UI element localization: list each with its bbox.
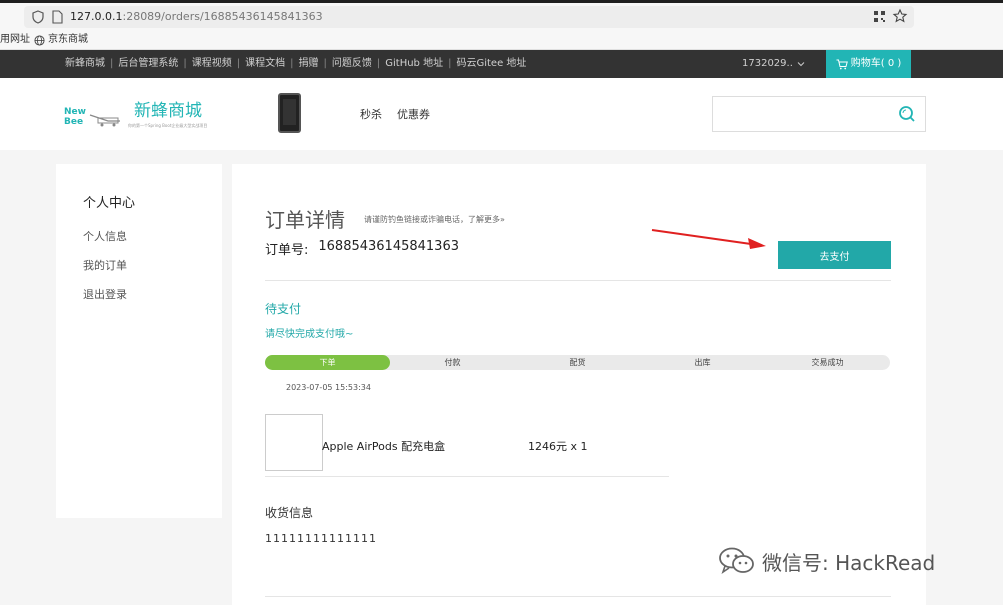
order-number-value: 16885436145841363: [318, 239, 459, 254]
username: 1732029..: [742, 58, 793, 69]
nav-links: 新蜂商城 | 后台管理系统 | 课程视频 | 课程文档 | 捐赠 | 问题反馈 | GitH…: [60, 50, 531, 78]
divider: [265, 596, 891, 597]
bookmark-star-icon[interactable]: [892, 8, 908, 24]
order-status-hint: 请尽快完成支付哦~: [265, 329, 354, 340]
user-center-sidebar: 个人中心 个人信息 我的订单 退出登录: [56, 164, 222, 518]
pay-button[interactable]: 去支付: [778, 241, 891, 269]
bookmark-label: 京东商城: [48, 34, 88, 45]
search-button[interactable]: [889, 96, 926, 132]
wechat-watermark: 微信号: HackRead: [718, 546, 935, 576]
wechat-icon: [719, 547, 754, 574]
cart-icon: [836, 59, 848, 69]
url-path: :28089/orders/16885436145841363: [122, 10, 323, 23]
divider: [265, 280, 891, 281]
url-bar[interactable]: 127.0.0.1:28089/orders/16885436145841363: [24, 6, 914, 28]
nav-link-feedback[interactable]: 问题反馈: [327, 50, 377, 78]
nav-link-admin[interactable]: 后台管理系统: [113, 50, 183, 78]
nav-link-videos[interactable]: 课程视频: [187, 50, 237, 78]
product-image[interactable]: [265, 414, 323, 471]
shield-icon[interactable]: [32, 10, 44, 24]
url-text[interactable]: 127.0.0.1:28089/orders/16885436145841363: [70, 9, 323, 25]
shipping-title: 收货信息: [265, 506, 314, 520]
cart-label: 购物车( 0 ): [850, 58, 902, 69]
sidebar-item-profile[interactable]: 个人信息: [83, 228, 127, 244]
progress-step-pay: 付款: [444, 358, 461, 367]
nav-link-home[interactable]: 新蜂商城: [60, 50, 110, 78]
sidebar-item-logout[interactable]: 退出登录: [83, 286, 127, 302]
order-number: 订单号: 16885436145841363: [265, 239, 459, 258]
globe-icon: [34, 34, 45, 46]
cart-button[interactable]: 购物车( 0 ): [826, 50, 911, 78]
site-slogan: 你的第一个Spring Boot企业级大型实战项目: [128, 123, 208, 128]
svg-text:New: New: [64, 107, 86, 117]
search-icon: [899, 106, 915, 122]
anti-fraud-hint[interactable]: 请谨防钓鱼链接或诈骗电话，了解更多»: [364, 214, 505, 225]
order-status: 待支付: [265, 302, 302, 316]
product-price: 1246元 x 1: [528, 440, 588, 453]
nav-link-github[interactable]: GitHub 地址: [380, 50, 448, 78]
site-top-nav: 新蜂商城 | 后台管理系统 | 课程视频 | 课程文档 | 捐赠 | 问题反馈 | GitH…: [0, 50, 1003, 78]
page-title: 订单详情: [265, 208, 345, 232]
nav-link-docs[interactable]: 课程文档: [240, 50, 290, 78]
chevron-down-icon: [797, 62, 805, 67]
order-detail-panel: 订单详情 请谨防钓鱼链接或诈骗电话，了解更多» 订单号: 16885436145…: [232, 164, 926, 605]
nav-link-gitee[interactable]: 码云Gitee 地址: [451, 50, 531, 78]
progress-step-done: 交易成功: [811, 358, 844, 367]
sidebar-title: 个人中心: [83, 196, 136, 211]
qr-code-icon[interactable]: [873, 10, 886, 23]
search-input[interactable]: [712, 96, 890, 132]
url-host: 127.0.0.1: [70, 10, 123, 23]
product-name[interactable]: Apple AirPods 配充电盒: [322, 438, 445, 454]
svg-text:Bee: Bee: [64, 117, 83, 127]
order-number-label: 订单号:: [265, 243, 309, 258]
nav-link-donate[interactable]: 捐赠: [294, 50, 324, 78]
red-arrow-annotation: [651, 229, 766, 249]
order-time: 2023-07-05 15:53:34: [286, 383, 371, 392]
bookmarks-bar: 用网址 京东商城: [0, 30, 1003, 50]
sidebar-item-orders[interactable]: 我的订单: [83, 257, 127, 273]
promo-link-seckill[interactable]: 秒杀: [360, 106, 382, 122]
page-icon: [52, 10, 63, 24]
bookmark-jd[interactable]: 京东商城: [34, 30, 88, 50]
site-name[interactable]: 新蜂商城: [134, 96, 202, 121]
newbee-logo[interactable]: New Bee: [64, 105, 122, 127]
site-header: New Bee 新蜂商城 你的第一个Spring Boot企业级大型实战项目 秒…: [0, 78, 1003, 150]
bookmark-item[interactable]: 用网址: [0, 30, 30, 50]
promo-link-coupon[interactable]: 优惠券: [397, 106, 430, 122]
progress-step-pack: 配货: [569, 358, 586, 367]
progress-step-ship: 出库: [694, 358, 711, 367]
user-menu[interactable]: 1732029..: [742, 50, 805, 78]
order-progress-bar: 下单 付款 配货 出库 交易成功: [265, 355, 890, 370]
browser-address-bar: 127.0.0.1:28089/orders/16885436145841363: [0, 0, 1003, 30]
phone-image[interactable]: [278, 93, 301, 133]
progress-step-order: 下单: [319, 358, 336, 367]
watermark-text: 微信号: HackRead: [762, 550, 936, 575]
shipping-info: 11111111111111: [265, 532, 377, 545]
divider: [265, 476, 669, 477]
